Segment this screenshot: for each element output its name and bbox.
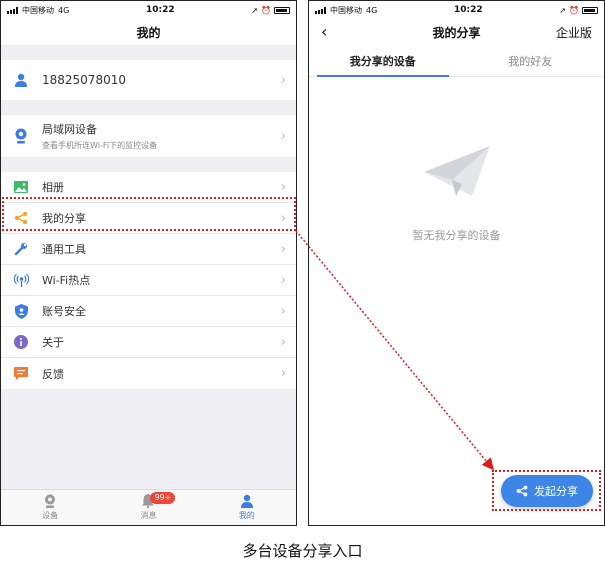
battery-icon <box>274 6 290 14</box>
back-arrow-icon[interactable]: ‹ <box>321 22 327 41</box>
signal-icon <box>7 6 18 14</box>
menu-label: 账号安全 <box>42 305 86 318</box>
nav-bar: ‹ 我的分享 企业版 <box>309 19 604 45</box>
signal-icon <box>315 6 326 14</box>
carrier-label: 中国移动 <box>330 5 362 15</box>
menu-label: 关于 <box>42 336 64 349</box>
menu-item-account-security[interactable]: 账号安全 › <box>1 296 296 327</box>
menu-item-tools[interactable]: 通用工具 › <box>1 234 296 265</box>
empty-state-text: 暂无我分享的设备 <box>412 229 501 242</box>
carrier-label: 中国移动 <box>22 5 54 15</box>
menu-label: 相册 <box>42 181 64 194</box>
tab-my-friends[interactable]: 我的好友 <box>457 45 605 76</box>
status-bar: 中国移动 4G 10:22 ➚ ⏰ <box>1 1 296 19</box>
album-icon <box>13 179 29 195</box>
menu-item-feedback[interactable]: 反馈 › <box>1 358 296 389</box>
location-icon: ➚ <box>559 5 567 15</box>
shield-icon <box>13 303 29 319</box>
highlight-start-share-button <box>492 470 601 511</box>
network-label: 4G <box>58 5 70 15</box>
status-time: 10:22 <box>145 5 175 15</box>
menu-label: 通用工具 <box>42 243 86 256</box>
chevron-right-icon: › <box>280 72 286 88</box>
battery-icon <box>582 6 598 14</box>
page-title: 我的 <box>136 25 161 40</box>
lan-subtitle: 查看手机所连Wi-Fi下的监控设备 <box>42 141 158 150</box>
tab-devices[interactable]: 设备 <box>1 490 99 525</box>
account-row[interactable]: 18825078010 › <box>1 60 296 100</box>
figure-caption: 多台设备分享入口 <box>242 542 363 560</box>
chevron-right-icon: › <box>280 303 286 319</box>
nav-bar: 我的 <box>1 19 296 45</box>
tab-label: 消息 <box>140 511 157 520</box>
chevron-right-icon: › <box>280 241 286 257</box>
menu-item-wifi-hotspot[interactable]: Wi-Fi热点 › <box>1 265 296 296</box>
paper-plane-icon <box>424 146 490 196</box>
tab-messages[interactable]: 消息 99+ <box>99 490 197 525</box>
tab-me[interactable]: 我的 <box>198 490 296 525</box>
account-section: 18825078010 › <box>1 60 296 100</box>
phone-my-page: 中国移动 4G 10:22 ➚ ⏰ 我的 18825078010 › 局域网设备… <box>0 0 297 526</box>
webcam-icon <box>13 128 29 144</box>
lan-title: 局域网设备 <box>42 123 97 136</box>
chevron-right-icon: › <box>280 334 286 350</box>
tab-bar: 设备 消息 99+ 我的 <box>1 489 296 525</box>
wifi-hotspot-icon <box>13 272 29 288</box>
tab-my-shared-devices[interactable]: 我分享的设备 <box>309 45 457 77</box>
camera-icon <box>45 494 56 508</box>
user-icon <box>13 72 29 88</box>
menu-item-about[interactable]: 关于 › <box>1 327 296 358</box>
page-title: 我的分享 <box>432 25 481 40</box>
info-icon <box>13 334 29 350</box>
chevron-right-icon: › <box>280 366 286 381</box>
chevron-right-icon: › <box>280 272 286 288</box>
enterprise-link[interactable]: 企业版 <box>556 24 592 41</box>
content-area: 18825078010 › 局域网设备 查看手机所连Wi-Fi下的监控设备 › <box>1 45 296 489</box>
alarm-icon: ⏰ <box>261 5 271 15</box>
menu-label: Wi-Fi热点 <box>42 274 91 287</box>
lan-devices-row[interactable]: 局域网设备 查看手机所连Wi-Fi下的监控设备 › <box>1 115 296 157</box>
tab-label: 设备 <box>42 511 59 520</box>
person-icon <box>240 494 253 508</box>
phone-my-share-page: 中国移动 4G 10:22 ➚ ⏰ ‹ 我的分享 企业版 我分享的设备 我的好友… <box>308 0 605 526</box>
alarm-icon: ⏰ <box>569 5 579 15</box>
segment-tabs: 我分享的设备 我的好友 <box>309 45 604 77</box>
feedback-icon <box>13 366 29 382</box>
chevron-right-icon: › <box>280 128 286 144</box>
notification-badge: 99+ <box>150 492 176 504</box>
menu-label: 反馈 <box>42 367 64 381</box>
location-icon: ➚ <box>251 5 259 15</box>
chevron-right-icon: › <box>280 179 286 195</box>
status-bar: 中国移动 4G 10:22 ➚ ⏰ <box>309 1 604 19</box>
network-label: 4G <box>366 5 378 15</box>
wrench-icon <box>13 241 29 257</box>
status-time: 10:22 <box>453 5 483 15</box>
tab-label: 我的 <box>238 511 255 520</box>
highlight-my-share-row <box>2 197 296 231</box>
lan-section: 局域网设备 查看手机所连Wi-Fi下的监控设备 › <box>1 115 296 157</box>
stage: 中国移动 4G 10:22 ➚ ⏰ 我的 18825078010 › 局域网设备… <box>0 0 605 575</box>
account-phone: 18825078010 <box>42 73 126 87</box>
